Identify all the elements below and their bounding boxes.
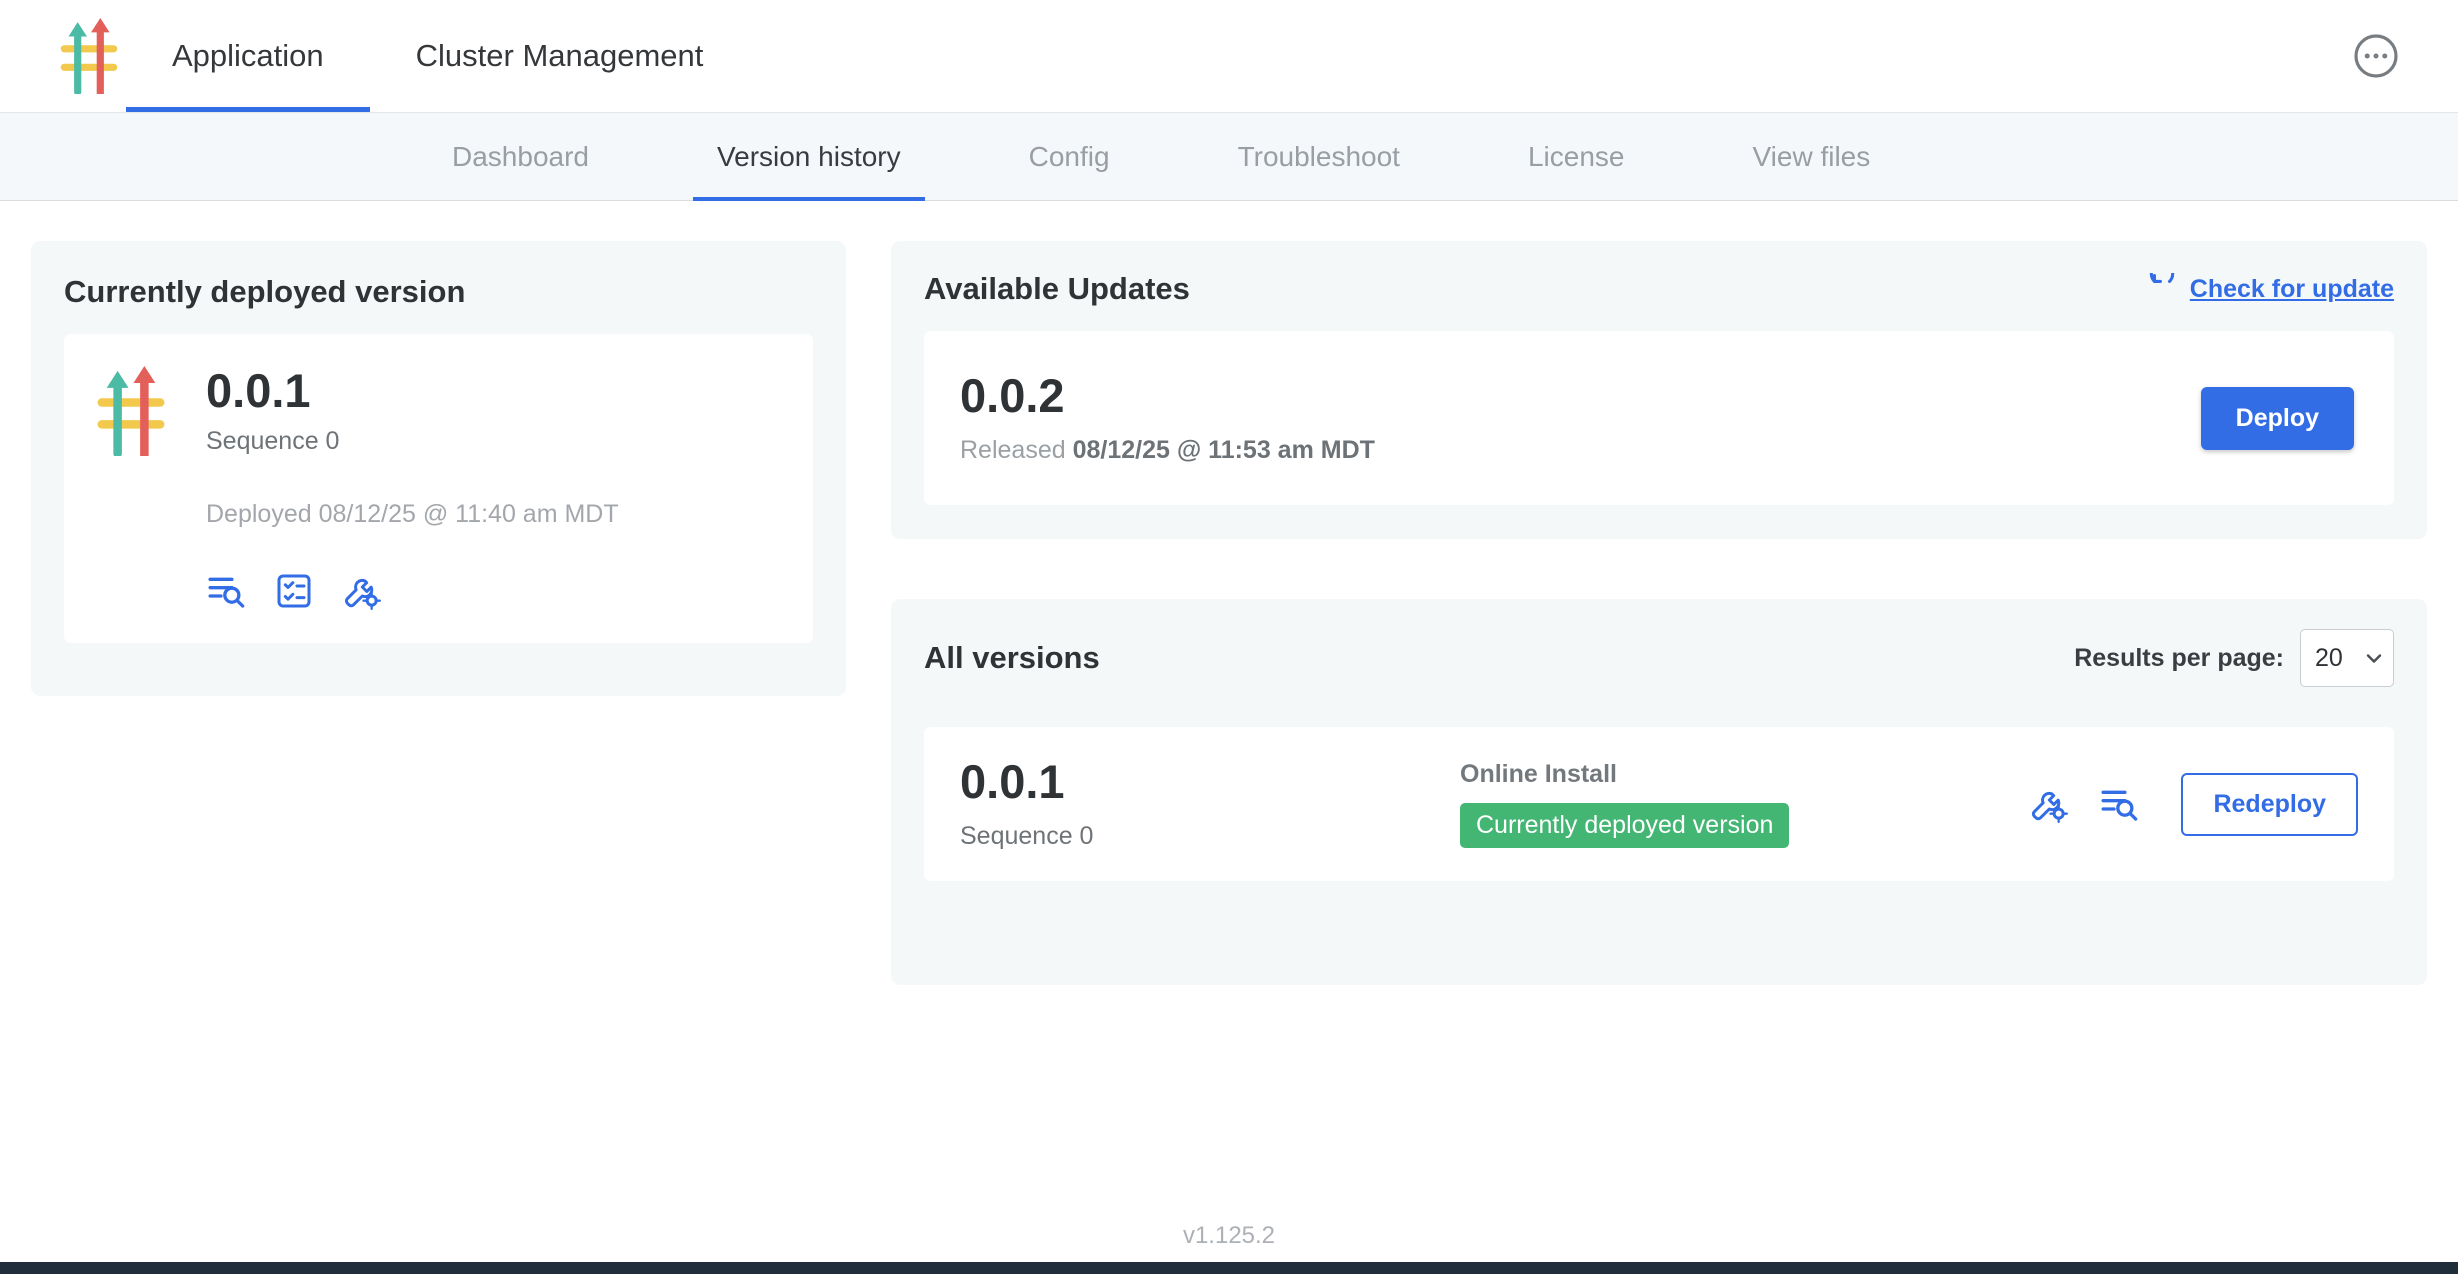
released-prefix: Released bbox=[960, 436, 1066, 464]
update-version-number: 0.0.2 bbox=[960, 371, 1375, 420]
deployed-status-badge: Currently deployed version bbox=[1460, 803, 1789, 848]
bottom-bar bbox=[0, 1262, 2458, 1274]
edit-config-icon[interactable] bbox=[342, 571, 382, 611]
console-version: v1.125.2 bbox=[0, 1222, 2458, 1250]
subnav-item-dashboard[interactable]: Dashboard bbox=[428, 113, 613, 200]
results-per-page-label: Results per page: bbox=[2074, 644, 2284, 673]
deployed-sequence: Sequence 0 bbox=[206, 427, 619, 456]
preflight-checks-icon[interactable] bbox=[274, 571, 314, 611]
version-row-info: 0.0.1 Sequence 0 bbox=[960, 757, 1460, 851]
ellipsis-icon bbox=[2352, 32, 2400, 80]
deploy-button[interactable]: Deploy bbox=[2201, 387, 2354, 450]
results-per-page: Results per page: 20 bbox=[2074, 629, 2394, 687]
subnav-item-troubleshoot[interactable]: Troubleshoot bbox=[1214, 113, 1424, 200]
subnav-item-license[interactable]: License bbox=[1504, 113, 1649, 200]
available-updates-header: Available Updates Check for update bbox=[924, 271, 2394, 307]
deployed-version-panel: 0.0.1 Sequence 0 Deployed 08/12/25 @ 11:… bbox=[64, 334, 813, 643]
app-subnav: Dashboard Version history Config Trouble… bbox=[0, 113, 2458, 201]
tab-cluster-management-label: Cluster Management bbox=[416, 38, 704, 74]
subnav-item-config[interactable]: Config bbox=[1005, 113, 1134, 200]
all-versions-title: All versions bbox=[924, 640, 1100, 676]
app-logo-icon bbox=[60, 0, 118, 112]
right-column: Available Updates Check for update 0.0.2… bbox=[891, 241, 2427, 985]
redeploy-button[interactable]: Redeploy bbox=[2181, 773, 2358, 836]
tab-application-label: Application bbox=[172, 38, 324, 74]
version-row-number: 0.0.1 bbox=[960, 757, 1460, 806]
refresh-icon bbox=[2146, 273, 2178, 305]
more-menu-button[interactable] bbox=[2352, 32, 2400, 80]
top-navbar: Application Cluster Management bbox=[0, 0, 2458, 113]
currently-deployed-title: Currently deployed version bbox=[64, 274, 813, 310]
available-updates-title: Available Updates bbox=[924, 271, 1190, 307]
main-content: Currently deployed version 0.0.1 Sequenc… bbox=[0, 201, 2458, 985]
results-per-page-select[interactable]: 20 bbox=[2300, 629, 2394, 687]
all-versions-card: All versions Results per page: 20 0.0. bbox=[891, 599, 2427, 985]
update-released-line: Released 08/12/25 @ 11:53 am MDT bbox=[960, 436, 1375, 465]
view-logs-icon[interactable] bbox=[206, 571, 246, 611]
released-timestamp: 08/12/25 @ 11:53 am MDT bbox=[1073, 436, 1375, 464]
check-for-update-link[interactable]: Check for update bbox=[2146, 273, 2394, 305]
subnav-item-view-files[interactable]: View files bbox=[1728, 113, 1894, 200]
subnav-view-files-label: View files bbox=[1752, 141, 1870, 173]
version-row-actions: Redeploy bbox=[2029, 773, 2358, 836]
currently-deployed-card: Currently deployed version 0.0.1 Sequenc… bbox=[31, 241, 846, 696]
check-for-update-label: Check for update bbox=[2190, 275, 2394, 304]
admin-console-page: Application Cluster Management Dashboard… bbox=[0, 0, 2458, 1274]
results-per-page-select-wrap: 20 bbox=[2300, 629, 2394, 687]
deployed-version-info: 0.0.1 Sequence 0 Deployed 08/12/25 @ 11:… bbox=[206, 366, 619, 611]
tab-application[interactable]: Application bbox=[126, 0, 370, 112]
update-row: 0.0.2 Released 08/12/25 @ 11:53 am MDT D… bbox=[924, 331, 2394, 505]
install-type-label: Online Install bbox=[1460, 760, 2029, 789]
version-row-sequence: Sequence 0 bbox=[960, 822, 1460, 851]
deployed-version-number: 0.0.1 bbox=[206, 366, 619, 415]
version-row-status: Online Install Currently deployed versio… bbox=[1460, 760, 2029, 848]
tab-cluster-management[interactable]: Cluster Management bbox=[370, 0, 750, 112]
deployed-timestamp: Deployed 08/12/25 @ 11:40 am MDT bbox=[206, 500, 619, 529]
subnav-license-label: License bbox=[1528, 141, 1625, 173]
version-row: 0.0.1 Sequence 0 Online Install Currentl… bbox=[924, 727, 2394, 881]
app-version-icon bbox=[96, 366, 166, 611]
subnav-item-version-history[interactable]: Version history bbox=[693, 113, 925, 200]
deployed-action-icons bbox=[206, 571, 619, 611]
subnav-dashboard-label: Dashboard bbox=[452, 141, 589, 173]
update-info: 0.0.2 Released 08/12/25 @ 11:53 am MDT bbox=[960, 371, 1375, 465]
subnav-config-label: Config bbox=[1029, 141, 1110, 173]
subnav-version-history-label: Version history bbox=[717, 141, 901, 173]
subnav-troubleshoot-label: Troubleshoot bbox=[1238, 141, 1400, 173]
row-edit-config-icon[interactable] bbox=[2029, 784, 2069, 824]
all-versions-header: All versions Results per page: 20 bbox=[924, 629, 2394, 687]
available-updates-card: Available Updates Check for update 0.0.2… bbox=[891, 241, 2427, 539]
row-view-logs-icon[interactable] bbox=[2099, 784, 2139, 824]
